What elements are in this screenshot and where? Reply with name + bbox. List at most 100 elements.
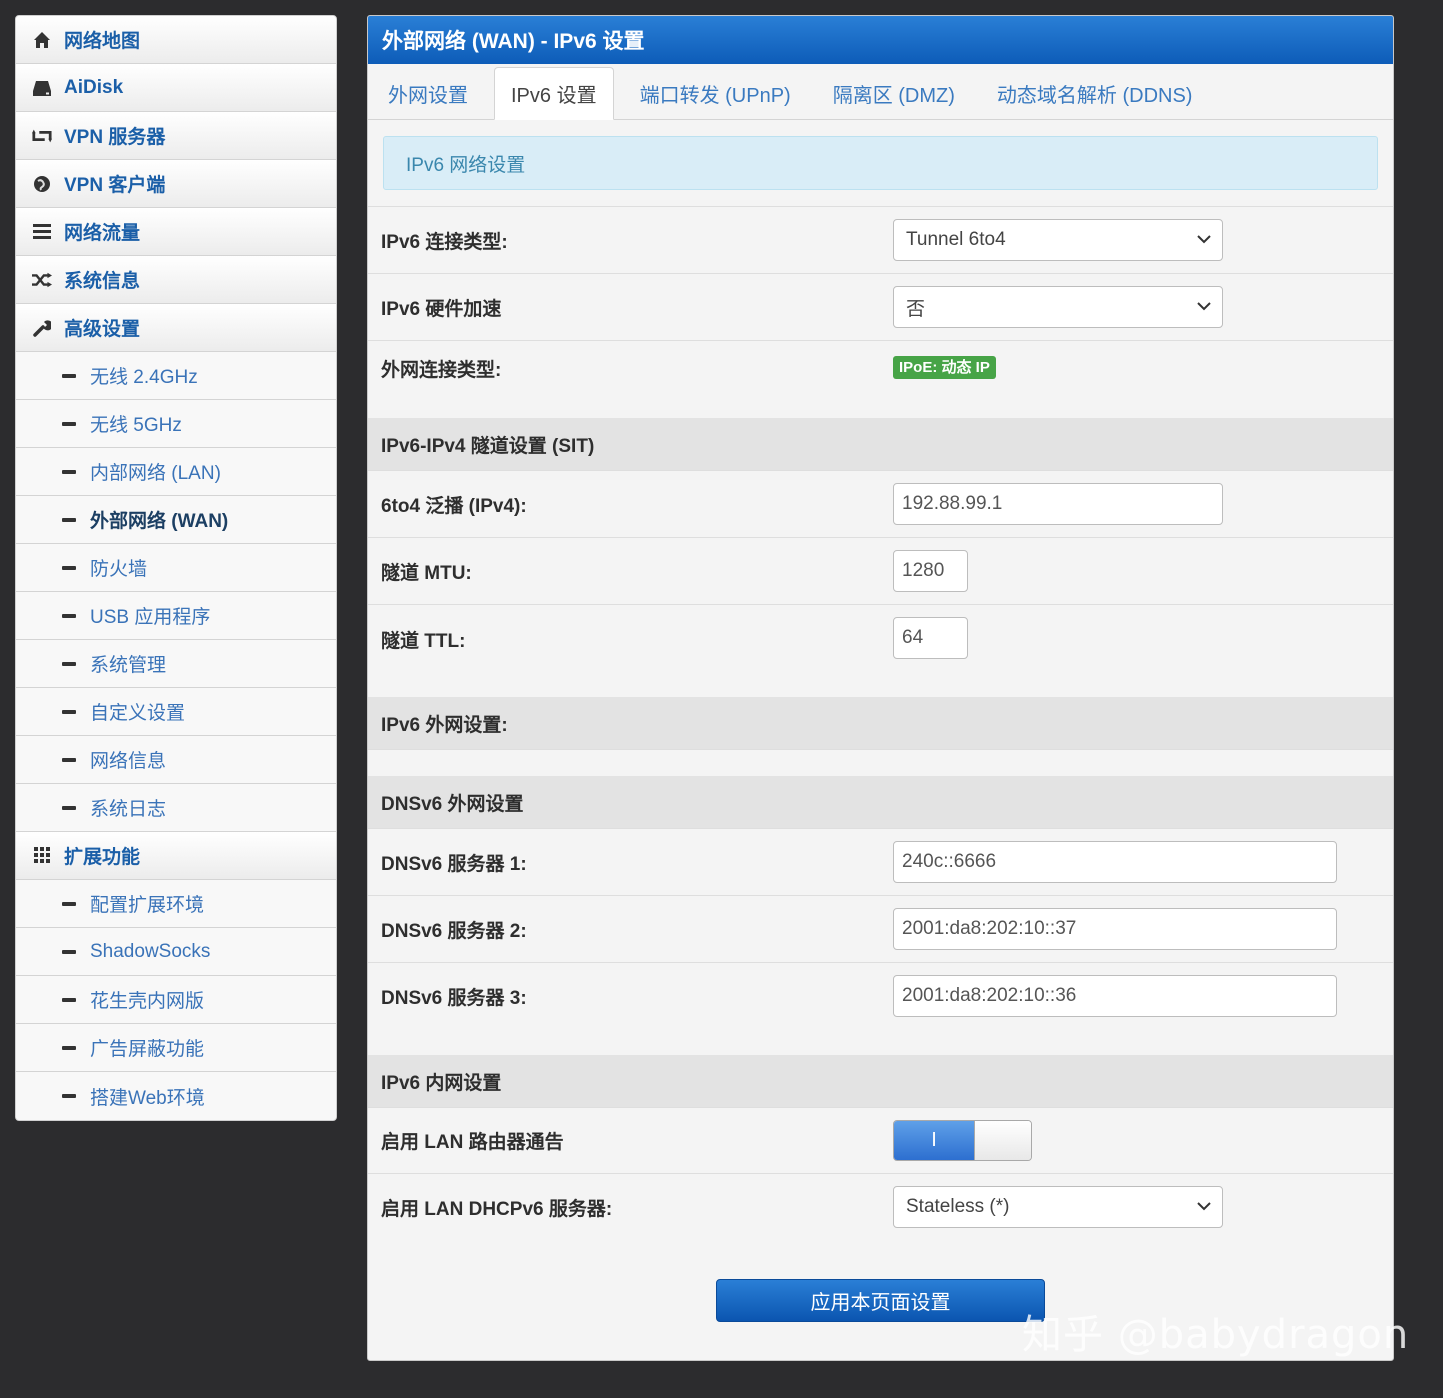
field-label: 隧道 MTU:: [381, 562, 472, 584]
dash-icon: [62, 901, 76, 906]
dash-icon: [62, 661, 76, 666]
sidebar-subitem-label: ShadowSocks: [90, 940, 211, 962]
sidebar-subitem-phddns[interactable]: 花生壳内网版: [16, 976, 336, 1024]
apply-button[interactable]: 应用本页面设置: [716, 1279, 1045, 1322]
sidebar-item-label: 扩展功能: [64, 847, 141, 868]
dash-icon: [62, 469, 76, 474]
sidebar-subitem-web-env[interactable]: 搭建Web环境: [16, 1072, 336, 1120]
sidebar-subitem-label: 无线 2.4GHz: [90, 367, 198, 388]
sidebar-item-traffic[interactable]: 网络流量: [16, 208, 336, 256]
dash-icon: [62, 1045, 76, 1050]
wrench-icon: [32, 318, 52, 338]
sidebar-subitem-firewall[interactable]: 防火墙: [16, 544, 336, 592]
sidebar-subitem-wireless-24[interactable]: 无线 2.4GHz: [16, 352, 336, 400]
lan-dhcpv6-select[interactable]: Stateless (*): [893, 1186, 1223, 1228]
field-label: 外网连接类型:: [381, 360, 502, 381]
dash-icon: [62, 949, 76, 954]
sidebar-subitem-wan[interactable]: 外部网络 (WAN): [16, 496, 336, 544]
shuffle-icon: [32, 270, 52, 290]
sidebar: 网络地图 AiDisk VPN 服务器 VPN 客户端 网络流量 系统信息 高级…: [15, 15, 337, 1121]
lan-ra-toggle[interactable]: I: [893, 1120, 1032, 1161]
wan-type-container: IPoE: 动态 IP: [893, 356, 996, 379]
row-wan-conn-type: 外网连接类型: IPoE: 动态 IP: [368, 340, 1393, 418]
sidebar-subitem-adblock[interactable]: 广告屏蔽功能: [16, 1024, 336, 1072]
row-dnsv6-2: DNSv6 服务器 2: 2001:da8:202:10::37: [368, 895, 1393, 962]
field-label: 6to4 泛播 (IPv4):: [381, 495, 527, 517]
disk-icon: [32, 78, 52, 98]
sidebar-item-label: 网络地图: [64, 31, 141, 52]
tunnel-ttl-input[interactable]: 64: [893, 617, 968, 659]
sidebar-item-label: VPN 服务器: [64, 127, 166, 148]
field-label: DNSv6 服务器 2:: [381, 920, 527, 942]
sidebar-subitem-net-info[interactable]: 网络信息: [16, 736, 336, 784]
sidebar-subitem-admin[interactable]: 系统管理: [16, 640, 336, 688]
section-ipv6-wan: IPv6 外网设置:: [368, 697, 1393, 749]
dnsv6-server3-input[interactable]: 2001:da8:202:10::36: [893, 975, 1337, 1017]
watermark: 知乎 @babydragon: [1022, 1312, 1410, 1358]
sidebar-subitem-label: 系统管理: [90, 655, 167, 676]
sidebar-subitem-custom[interactable]: 自定义设置: [16, 688, 336, 736]
ipv6-hw-accel-select[interactable]: 否: [893, 286, 1223, 328]
info-alert-text: IPv6 网络设置: [406, 154, 526, 176]
row-lan-ra: 启用 LAN 路由器通告 I: [368, 1107, 1393, 1173]
sidebar-subitem-syslog[interactable]: 系统日志: [16, 784, 336, 832]
sidebar-item-label: AiDisk: [64, 76, 124, 98]
sidebar-item-system-info[interactable]: 系统信息: [16, 256, 336, 304]
field-label: IPv6 硬件加速: [381, 298, 502, 320]
sidebar-item-network-map[interactable]: 网络地图: [16, 16, 336, 64]
sidebar-subitem-label: USB 应用程序: [90, 607, 211, 628]
tab-ddns[interactable]: 动态域名解析 (DDNS): [981, 67, 1209, 119]
row-dnsv6-1: DNSv6 服务器 1: 240c::6666: [368, 828, 1393, 895]
field-label: DNSv6 服务器 1:: [381, 853, 527, 875]
relay-ipv4-input[interactable]: 192.88.99.1: [893, 483, 1223, 525]
sidebar-item-vpn-server[interactable]: VPN 服务器: [16, 112, 336, 160]
dnsv6-server1-input[interactable]: 240c::6666: [893, 841, 1337, 883]
select-value: 否: [906, 298, 926, 320]
sidebar-item-advanced[interactable]: 高级设置: [16, 304, 336, 352]
chevron-down-icon: [1197, 302, 1211, 311]
sidebar-subitem-label: 无线 5GHz: [90, 415, 182, 436]
row-lan-dhcpv6: 启用 LAN DHCPv6 服务器: Stateless (*): [368, 1173, 1393, 1240]
dash-icon: [62, 709, 76, 714]
tab-port-forwarding[interactable]: 端口转发 (UPnP): [624, 67, 807, 119]
home-icon: [32, 30, 52, 50]
dnsv6-server2-input[interactable]: 2001:da8:202:10::37: [893, 908, 1337, 950]
sidebar-item-aidisk[interactable]: AiDisk: [16, 64, 336, 112]
tab-wan-settings[interactable]: 外网设置: [372, 67, 484, 119]
globe-icon: [32, 174, 52, 194]
select-value: Stateless (*): [906, 1196, 1010, 1217]
sidebar-subitem-label: 花生壳内网版: [90, 991, 205, 1012]
section-dnsv6: DNSv6 外网设置: [368, 776, 1393, 828]
sidebar-subitem-label: 系统日志: [90, 799, 167, 820]
sidebar-subitem-lan[interactable]: 内部网络 (LAN): [16, 448, 336, 496]
dash-icon: [62, 517, 76, 522]
sidebar-item-vpn-client[interactable]: VPN 客户端: [16, 160, 336, 208]
sidebar-subitem-usb-apps[interactable]: USB 应用程序: [16, 592, 336, 640]
sidebar-subitem-shadowsocks[interactable]: ShadowSocks: [16, 928, 336, 976]
ipv6-conn-type-select[interactable]: Tunnel 6to4: [893, 219, 1223, 261]
sidebar-subitem-label: 广告屏蔽功能: [90, 1039, 205, 1060]
sidebar-subitem-ext-config[interactable]: 配置扩展环境: [16, 880, 336, 928]
row-ipv6-hw-accel: IPv6 硬件加速 否: [368, 273, 1393, 340]
sidebar-subitem-label: 配置扩展环境: [90, 895, 205, 916]
sidebar-subitem-label: 内部网络 (LAN): [90, 463, 221, 484]
field-label: 隧道 TTL:: [381, 631, 466, 652]
field-label: 启用 LAN 路由器通告: [381, 1132, 564, 1153]
dash-icon: [62, 565, 76, 570]
sidebar-subitem-wireless-5[interactable]: 无线 5GHz: [16, 400, 336, 448]
info-alert: IPv6 网络设置: [383, 136, 1378, 190]
dash-icon: [62, 997, 76, 1002]
tunnel-mtu-input[interactable]: 1280: [893, 550, 968, 592]
tab-dmz[interactable]: 隔离区 (DMZ): [817, 67, 971, 119]
sidebar-subitem-label: 外部网络 (WAN): [90, 511, 229, 532]
settings-panel: 外部网络 (WAN) - IPv6 设置 外网设置 IPv6 设置 端口转发 (…: [367, 15, 1394, 1361]
chevron-down-icon: [1197, 1202, 1211, 1211]
tab-ipv6-settings[interactable]: IPv6 设置: [494, 67, 614, 120]
dash-icon: [62, 1094, 76, 1098]
sidebar-item-label: 网络流量: [64, 223, 141, 244]
status-badge: IPoE: 动态 IP: [893, 356, 996, 379]
panel-title: 外部网络 (WAN) - IPv6 设置: [368, 16, 1393, 64]
sidebar-subitem-label: 自定义设置: [90, 703, 186, 724]
sidebar-item-extensions[interactable]: 扩展功能: [16, 832, 336, 880]
sidebar-item-label: 高级设置: [64, 319, 141, 340]
